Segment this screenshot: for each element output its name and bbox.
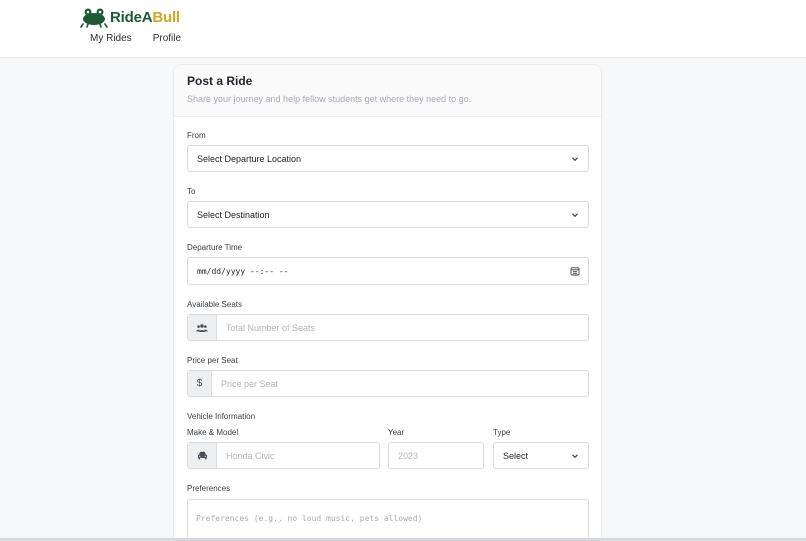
brand-name: RideABull [110, 8, 180, 26]
dollar-icon: $ [188, 371, 212, 396]
make-model-input-group[interactable]: Honda Civic [187, 442, 380, 469]
from-select[interactable]: Select Departure Location [187, 145, 589, 172]
car-icon [197, 451, 207, 460]
price-input-group[interactable]: $ Price per Seat [187, 370, 589, 397]
make-model-placeholder: Honda Civic [226, 450, 275, 461]
year-input[interactable]: 2023 [388, 442, 484, 469]
page-subtitle: Share your journey and help fellow stude… [187, 94, 472, 104]
preferences-placeholder: Preferences (e.g., no loud music, pets a… [196, 514, 423, 523]
from-value: Select Departure Location [197, 153, 302, 164]
to-select[interactable]: Select Destination [187, 201, 589, 228]
nav-profile[interactable]: Profile [153, 33, 181, 44]
price-label: Price per Seat [187, 356, 238, 365]
seats-input-group[interactable]: Total Number of Seats [187, 314, 589, 341]
to-value: Select Destination [197, 209, 270, 220]
seats-placeholder: Total Number of Seats [226, 322, 316, 333]
type-value: Select [503, 450, 529, 461]
calendar-icon[interactable] [570, 266, 580, 276]
seats-label: Available Seats [187, 300, 242, 309]
seats-addon [188, 315, 217, 340]
departure-datetime-input[interactable]: mm/dd/yyyy --:-- -- [187, 257, 589, 285]
type-label: Type [493, 428, 511, 437]
to-label: To [187, 187, 196, 196]
departure-value: mm/dd/yyyy --:-- -- [197, 266, 289, 276]
price-placeholder: Price per Seat [221, 378, 279, 389]
make-model-label: Make & Model [187, 428, 239, 437]
chevron-down-icon [572, 212, 578, 217]
vehicle-section-label: Vehicle Information [187, 412, 256, 421]
from-label: From [187, 131, 206, 140]
type-select[interactable]: Select [493, 442, 589, 469]
departure-label: Departure Time [187, 243, 243, 252]
users-icon [196, 323, 208, 332]
preferences-label: Preferences [187, 484, 231, 493]
card-header: Post a Ride Share your journey and help … [174, 65, 601, 117]
post-ride-card: Post a Ride Share your journey and help … [173, 64, 602, 541]
preferences-textarea[interactable]: Preferences (e.g., no loud music, pets a… [187, 499, 589, 541]
chevron-down-icon [572, 453, 578, 458]
year-placeholder: 2023 [398, 450, 419, 461]
main-nav: My Rides Profile [90, 33, 181, 44]
year-label: Year [388, 428, 405, 437]
page-title: Post a Ride [187, 74, 253, 88]
nav-my-rides[interactable]: My Rides [90, 33, 132, 44]
car-addon [188, 443, 217, 468]
brand-logo[interactable]: RideABull [80, 6, 180, 28]
top-navbar: RideABull My Rides Profile [0, 0, 806, 58]
frog-logo-icon [80, 8, 108, 28]
chevron-down-icon [572, 156, 578, 161]
